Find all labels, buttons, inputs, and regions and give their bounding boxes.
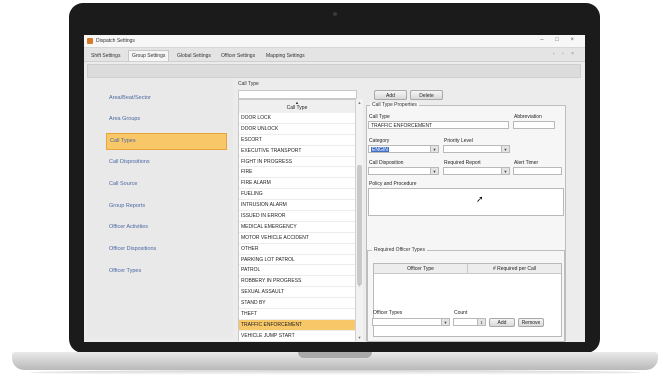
scroll-down-icon[interactable]: ▼ — [356, 335, 363, 340]
laptop-shadow — [30, 370, 640, 375]
sidebar: Area/Beat/Sector Area Groups Call Types … — [87, 79, 233, 338]
camera-icon — [333, 12, 337, 16]
sidebar-item-area-groups[interactable]: Area Groups — [106, 112, 225, 127]
list-item[interactable]: FUELING — [239, 189, 355, 201]
call-type-header-label: Call Type — [286, 105, 308, 111]
chevron-down-icon[interactable]: ▼ — [501, 146, 509, 152]
tab-global-settings[interactable]: Global Settings — [174, 51, 214, 61]
list-item[interactable]: FIGHT IN PROGRESS — [239, 157, 355, 168]
scroll-thumb[interactable] — [357, 165, 362, 285]
call-disposition-label: Call Disposition — [369, 160, 404, 166]
tab-mapping-settings[interactable]: Mapping Settings — [263, 51, 308, 61]
mouse-cursor-icon: ➚ — [476, 194, 484, 204]
policy-procedure-label: Policy and Procedure — [369, 181, 417, 187]
sidebar-item-officer-dispositions[interactable]: Officer Dispositions — [106, 242, 225, 257]
officer-types-label: Officer Types — [373, 310, 403, 316]
list-item[interactable]: OTHER — [239, 244, 355, 255]
category-value: ENGIN — [371, 147, 389, 153]
list-item[interactable]: DOOR UNLOCK — [239, 124, 355, 135]
required-report-combo[interactable]: ▼ — [443, 167, 510, 175]
stepper-icon[interactable]: ⇕ — [477, 319, 485, 325]
toolbar-strip — [87, 64, 581, 78]
sidebar-item-call-source[interactable]: Call Source — [106, 177, 225, 192]
call-type-field[interactable]: TRAFFIC ENFORCEMENT — [368, 121, 509, 129]
add-call-type-button[interactable]: Add — [374, 90, 407, 100]
call-type-filter-input[interactable] — [238, 90, 357, 99]
list-item[interactable]: FIRE — [239, 167, 355, 179]
list-item[interactable]: SEXUAL ASSAULT — [239, 287, 355, 299]
sidebar-item-officer-activities[interactable]: Officer Activities — [106, 220, 225, 235]
scroll-up-icon[interactable]: ▲ — [356, 100, 363, 105]
list-item[interactable]: EXECUTIVE TRANSPORT — [239, 146, 355, 157]
call-type-label: Call Type — [369, 114, 390, 120]
list-item[interactable]: THEFT — [239, 309, 355, 320]
window-title: Dispatch Settings — [96, 38, 135, 44]
list-item[interactable]: PATROL — [239, 265, 355, 277]
chevron-down-icon[interactable]: ▼ — [430, 168, 438, 174]
required-per-call-column-header[interactable]: # Required per Call — [467, 264, 561, 274]
list-item[interactable]: ESCORT — [239, 135, 355, 146]
tab-bar: Shift Settings Group Settings Global Set… — [84, 48, 585, 62]
priority-level-label: Priority Level — [444, 138, 473, 144]
policy-procedure-textarea[interactable] — [368, 188, 564, 216]
chevron-down-icon[interactable]: ▼ — [501, 168, 509, 174]
properties-legend: Call Type Properties — [370, 102, 419, 108]
delete-call-type-button[interactable]: Delete — [410, 90, 443, 100]
list-item-selected[interactable]: TRAFFIC ENFORCEMENT — [239, 319, 355, 331]
tab-shift-settings[interactable]: Shift Settings — [88, 51, 123, 61]
officer-type-column-header[interactable]: Officer Type — [374, 264, 467, 274]
tab-group-settings[interactable]: Group Settings — [128, 50, 170, 61]
list-item[interactable]: VEHICLE JUMP START — [239, 331, 355, 341]
tab-navigation[interactable]: ‹ › × — [553, 51, 577, 57]
list-item[interactable]: MOTOR VEHICLE ACCIDENT — [239, 233, 355, 244]
app-icon — [87, 38, 93, 44]
sidebar-item-area-beat-sector[interactable]: Area/Beat/Sector — [106, 91, 225, 106]
remove-officer-type-button[interactable]: Remove — [518, 318, 544, 327]
list-item[interactable]: STAND BY — [239, 298, 355, 310]
chevron-down-icon[interactable]: ▼ — [441, 319, 449, 325]
list-item[interactable]: FIRE ALARM — [239, 178, 355, 190]
category-label: Category — [369, 138, 390, 144]
alert-timer-field[interactable] — [513, 167, 562, 175]
list-item[interactable]: MEDICAL EMERGENCY — [239, 222, 355, 233]
officer-types-combo[interactable]: ▼ — [372, 318, 450, 326]
list-item[interactable]: DOOR LOCK — [239, 113, 355, 124]
laptop-notch — [298, 352, 372, 358]
priority-level-combo[interactable]: ▼ — [443, 145, 510, 153]
tab-officer-settings[interactable]: Officer Settings — [218, 51, 258, 61]
required-officer-types-legend: Required Officer Types — [372, 247, 427, 253]
list-scrollbar[interactable]: ▲ ≡ ▼ — [355, 99, 363, 341]
title-bar: Dispatch Settings – □ × — [84, 35, 585, 48]
chevron-down-icon[interactable]: ▼ — [430, 146, 438, 152]
call-disposition-combo[interactable]: ▼ — [368, 167, 439, 175]
sidebar-item-officer-types[interactable]: Officer Types — [106, 264, 225, 279]
required-report-label: Required Report — [444, 160, 481, 166]
call-type-caption: Call Type — [238, 81, 259, 87]
add-officer-type-button[interactable]: Add — [489, 318, 515, 327]
sidebar-item-call-types[interactable]: Call Types — [106, 133, 227, 150]
call-type-list[interactable]: DOOR LOCK DOOR UNLOCK ESCORT EXECUTIVE T… — [238, 113, 355, 341]
category-combo[interactable]: ENGIN ▼ — [368, 145, 439, 153]
list-item[interactable]: ISSUED IN ERROR — [239, 211, 355, 222]
alert-timer-label: Alert Timer — [514, 160, 539, 166]
list-item[interactable]: ROBBERY IN PROGRESS — [239, 276, 355, 288]
abbreviation-label: Abbreviation — [514, 114, 542, 120]
abbreviation-field[interactable] — [513, 121, 555, 129]
window-controls[interactable]: – □ × — [540, 37, 579, 43]
count-field[interactable]: ⇕ — [453, 318, 486, 326]
app-window: Dispatch Settings – □ × Shift Settings G… — [84, 35, 585, 342]
sidebar-item-call-dispositions[interactable]: Call Dispositions — [106, 155, 225, 170]
scroll-grip-icon: ≡ — [358, 283, 361, 288]
sidebar-item-group-reports[interactable]: Group Reports — [106, 199, 225, 214]
list-item[interactable]: PARKING LOT PATROL — [239, 255, 355, 266]
call-type-column-header[interactable]: ▲ Call Type — [238, 99, 356, 114]
list-item[interactable]: INTRUSION ALARM — [239, 200, 355, 212]
count-label: Count — [454, 310, 468, 316]
